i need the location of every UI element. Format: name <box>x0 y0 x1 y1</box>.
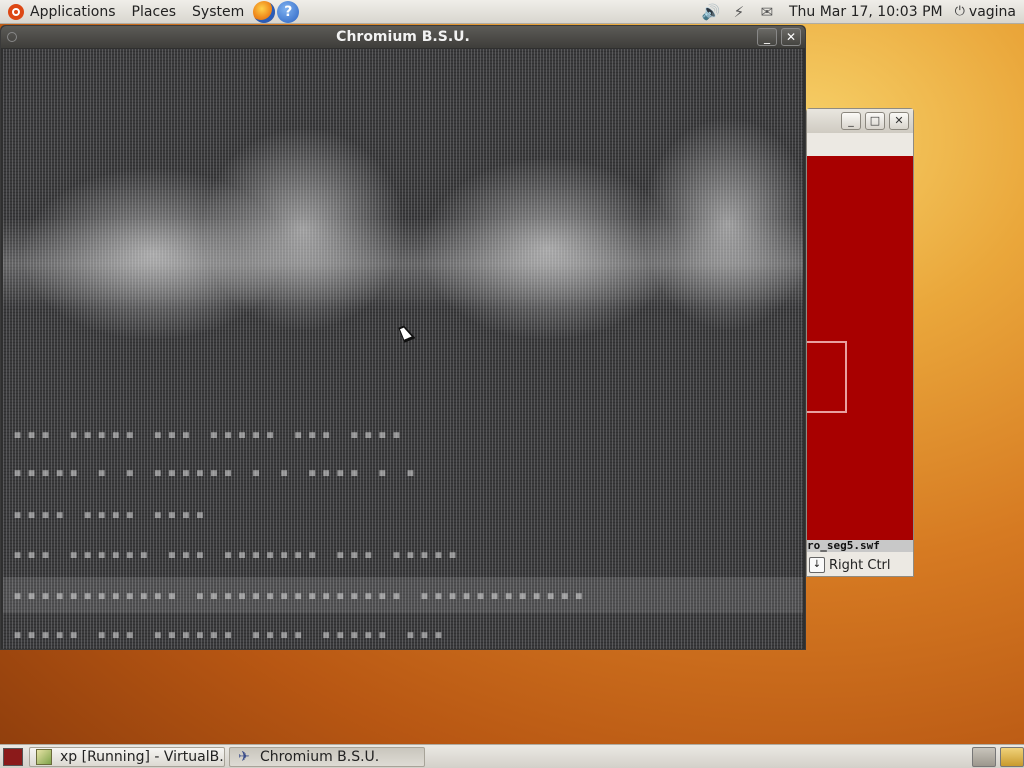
guest-screen[interactable]: ro_seg5.swf <box>807 156 913 552</box>
virtualbox-menubar <box>807 133 913 155</box>
network-icon[interactable]: ⚡ <box>728 1 750 23</box>
window-title: Chromium B.S.U. <box>336 29 470 45</box>
clock[interactable]: Thu Mar 17, 10:03 PM <box>781 4 951 20</box>
power-icon: ⏻ <box>954 4 965 19</box>
mail-icon[interactable]: ✉ <box>756 1 778 23</box>
glitch-text-row: ▪▪▪▪ ▪▪▪▪ ▪▪▪▪ <box>13 505 210 523</box>
bottom-panel: xp [Running] - VirtualB... ✈ Chromium B.… <box>0 744 1024 768</box>
taskbar-item-virtualbox[interactable]: xp [Running] - VirtualB... <box>29 746 225 767</box>
user-menu[interactable]: ⏻ vagina <box>951 4 1024 20</box>
haze-cloud <box>643 119 803 329</box>
show-desktop-icon[interactable] <box>3 747 23 766</box>
volume-icon[interactable]: 🔊 <box>700 1 722 23</box>
applications-menu-label: Applications <box>30 3 116 20</box>
trash-icon[interactable] <box>1000 746 1024 767</box>
flash-placeholder-box <box>807 341 847 413</box>
applications-menu[interactable]: Applications <box>0 0 124 24</box>
workspace-switcher-icon[interactable] <box>972 746 996 767</box>
flash-file-label: ro_seg5.swf <box>807 540 913 552</box>
system-tray: 🔊 ⚡ ✉ Thu Mar 17, 10:03 PM ⏻ vagina <box>697 0 1024 24</box>
virtualbox-icon <box>36 748 52 765</box>
chromium-titlebar[interactable]: Chromium B.S.U. _ ✕ <box>1 26 805 48</box>
virtualbox-maximize-button[interactable]: □ <box>865 112 885 130</box>
host-key-icon: ↓ <box>809 557 825 573</box>
ubuntu-logo-icon <box>8 3 24 20</box>
game-canvas[interactable]: ▪▪▪ ▪▪▪▪▪ ▪▪▪ ▪▪▪▪▪ ▪▪▪ ▪▪▪▪ ▪▪▪▪▪ ▪ ▪ ▪… <box>3 49 803 649</box>
virtualbox-window: _ □ ✕ ro_seg5.swf ↓ Right Ctrl <box>806 108 914 577</box>
top-panel: Applications Places System ? 🔊 ⚡ ✉ Thu M… <box>0 0 1024 24</box>
glitch-text-row: ▪▪▪▪▪ ▪▪▪ ▪▪▪▪▪▪ ▪▪▪▪ ▪▪▪▪▪ ▪▪▪ <box>13 625 448 643</box>
taskbar-item-label: Chromium B.S.U. <box>260 748 380 765</box>
haze-cloud <box>203 129 403 329</box>
jet-icon: ✈ <box>238 748 250 765</box>
glitch-text-row: ▪▪▪ ▪▪▪▪▪▪ ▪▪▪ ▪▪▪▪▪▪▪ ▪▪▪ ▪▪▪▪▪ <box>13 545 462 563</box>
places-menu[interactable]: Places <box>124 0 185 24</box>
glitch-text-row: ▪▪▪ ▪▪▪▪▪ ▪▪▪ ▪▪▪▪▪ ▪▪▪ ▪▪▪▪ <box>13 425 406 443</box>
close-button[interactable]: ✕ <box>781 28 801 46</box>
minimize-button[interactable]: _ <box>757 28 777 46</box>
chromium-bsu-window: Chromium B.S.U. _ ✕ ▪▪▪ ▪▪▪▪▪ ▪▪▪ ▪▪▪▪▪ … <box>0 25 806 650</box>
system-menu[interactable]: System <box>184 0 252 24</box>
taskbar-item-label: xp [Running] - VirtualB... <box>60 748 225 765</box>
help-launcher-icon[interactable]: ? <box>277 0 300 23</box>
host-key-label: Right Ctrl <box>829 557 891 573</box>
bottom-panel-right <box>968 746 1024 767</box>
glitch-text-row: ▪▪▪▪▪▪▪▪▪▪▪▪ ▪▪▪▪▪▪▪▪▪▪▪▪▪▪▪ ▪▪▪▪▪▪▪▪▪▪▪… <box>13 586 589 604</box>
glitch-text-row: ▪▪▪▪▪ ▪ ▪ ▪▪▪▪▪▪ ▪ ▪ ▪▪▪▪ ▪ ▪ <box>13 463 420 481</box>
window-menu-icon[interactable] <box>7 32 17 42</box>
haze-cloud <box>423 159 673 339</box>
virtualbox-minimize-button[interactable]: _ <box>841 112 861 130</box>
taskbar-item-chromium[interactable]: ✈ Chromium B.S.U. <box>229 746 425 767</box>
virtualbox-statusbar: ↓ Right Ctrl <box>807 553 913 577</box>
firefox-launcher-icon[interactable] <box>253 0 276 23</box>
window-controls: _ ✕ <box>753 28 801 46</box>
virtualbox-titlebar[interactable]: _ □ ✕ <box>807 109 913 133</box>
user-name: vagina <box>968 3 1016 20</box>
virtualbox-close-button[interactable]: ✕ <box>889 112 909 130</box>
mouse-cursor-icon <box>398 323 416 343</box>
